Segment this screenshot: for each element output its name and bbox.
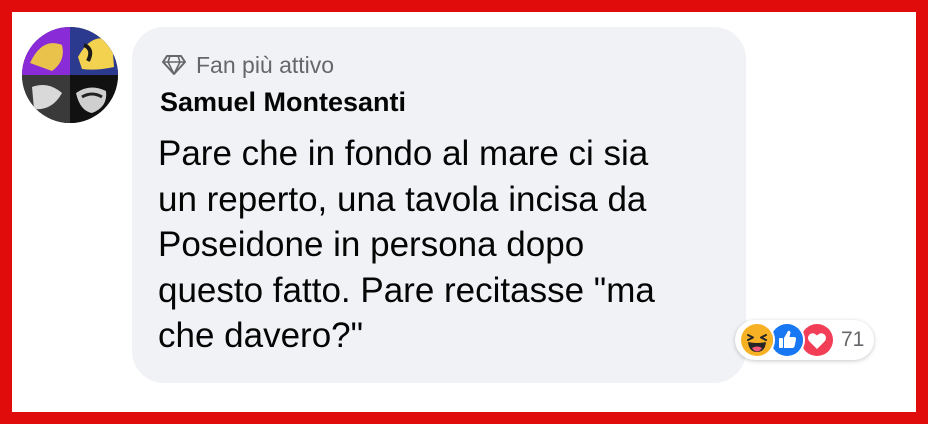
haha-icon [739, 322, 775, 358]
comment-line: che davero?" [158, 316, 364, 355]
diamond-icon [162, 54, 186, 76]
comment-line: Poseidone in persona dopo [158, 225, 585, 264]
comment-line: un reperto, una tavola incisa da [158, 179, 647, 219]
comment-bubble: Fan più attivo Samuel Montesanti Pare ch… [132, 27, 746, 383]
comment-text: Pare che in fondo al mare ci sia un repe… [158, 131, 728, 359]
reaction-count: 71 [841, 328, 865, 351]
badge-label: Fan più attivo [196, 51, 335, 78]
avatar[interactable] [22, 27, 118, 123]
author-name[interactable]: Samuel Montesanti [160, 87, 406, 118]
top-fan-badge: Fan più attivo [162, 51, 334, 79]
comment-line: Pare che in fondo al mare ci sia [158, 134, 649, 173]
comment-line: questo fatto. Pare recitasse "ma [158, 270, 655, 310]
reactions-summary[interactable]: 71 [735, 320, 875, 360]
